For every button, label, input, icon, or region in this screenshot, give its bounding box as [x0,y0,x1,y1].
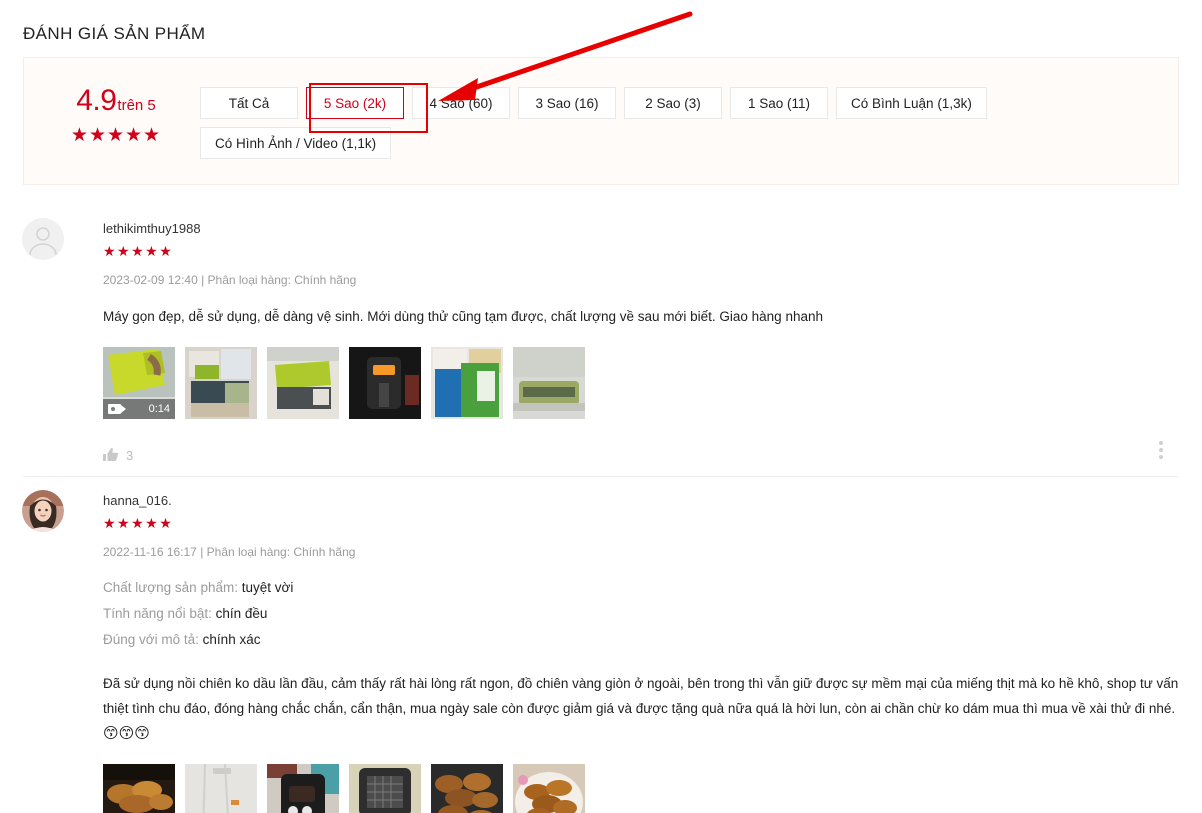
thumbs-up-icon [103,448,119,461]
review-more-options-icon[interactable] [1151,441,1171,459]
review-text: Đã sử dụng nồi chiên ko dầu lần đầu, cảm… [103,676,1179,716]
review-like-row[interactable]: 3 [103,447,1179,463]
review-item: hanna_016. ★★★★★ 2022-11-16 16:17 | Phân… [23,491,1179,813]
review-username[interactable]: lethikimthuy1988 [103,219,1179,235]
rating-stars: ★★★★★ [70,125,162,146]
review-media-image[interactable] [431,347,503,419]
review-attribute-value: chín đều [215,606,268,621]
review-attribute-row: Đúng với mô tả: chính xác [103,627,1179,653]
review-meta: 2022-11-16 16:17 | Phân loại hàng: Chính… [103,545,356,559]
review-media-image[interactable] [185,764,257,813]
filter-button-with-comments[interactable]: Có Bình Luận (1,3k) [836,87,987,119]
review-attribute-label: Chất lượng sản phẩm: [103,580,238,595]
review-attribute-row: Tính năng nổi bật: chín đều [103,601,1179,627]
review-text-wrapper: Đã sử dụng nồi chiên ko dầu lần đầu, cảm… [103,671,1179,746]
review-media-image[interactable] [349,764,421,813]
review-media-image[interactable] [513,764,585,813]
review-like-count: 3 [126,447,134,463]
review-attribute-list: Chất lượng sản phẩm: tuyệt vời Tính năng… [103,575,1179,653]
rating-filter-panel: 4.9trên 5 ★★★★★ Tất Cả 5 Sao (2k) 4 Sao … [23,57,1179,185]
review-attribute-label: Đúng với mô tả: [103,632,199,647]
rating-score-line: 4.9trên 5 [32,86,200,116]
rating-score-suffix: trên 5 [117,97,156,114]
review-media-video[interactable]: 0:14 [103,347,175,419]
review-item: lethikimthuy1988 ★★★★★ 2023-02-09 12:40 … [23,219,1179,463]
filter-button-5-star[interactable]: 5 Sao (2k) [306,87,404,119]
filter-button-1-star[interactable]: 1 Sao (11) [730,87,828,119]
review-meta: 2023-02-09 12:40 | Phân loại hàng: Chính… [103,273,357,287]
review-divider [23,476,1179,477]
rating-score: 4.9 [76,84,117,117]
review-username[interactable]: hanna_016. [103,491,1179,507]
review-attribute-value: chính xác [202,632,261,647]
review-emojis: 😙😙😙 [103,725,150,742]
review-star-rating: ★★★★★ [103,515,174,531]
filter-button-with-media[interactable]: Có Hình Ảnh / Video (1,1k) [200,127,392,159]
video-duration: 0:14 [148,403,170,415]
review-media-video[interactable]: 0:23 [103,764,175,813]
filter-button-4-star[interactable]: 4 Sao (60) [412,87,510,119]
product-reviews-page: ĐÁNH GIÁ SẢN PHẨM 4.9trên 5 ★★★★★ Tất Cả… [0,0,1202,813]
rating-summary: 4.9trên 5 ★★★★★ [24,86,200,146]
review-text: Máy gọn đẹp, dễ sử dụng, dễ dàng vệ sinh… [103,309,823,324]
filter-button-all[interactable]: Tất Cả [200,87,298,119]
review-media-image[interactable] [349,347,421,419]
review-media-image[interactable] [267,347,339,419]
review-media-image[interactable] [513,347,585,419]
review-media-image[interactable] [185,347,257,419]
rating-filter-list: Tất Cả 5 Sao (2k) 4 Sao (60) 3 Sao (16) … [200,87,1178,159]
review-attribute-row: Chất lượng sản phẩm: tuyệt vời [103,575,1179,601]
filter-button-2-star[interactable]: 2 Sao (3) [624,87,722,119]
video-duration-badge: 0:14 [103,399,175,419]
video-camera-icon [108,404,126,414]
review-media-list: 0:14 [103,347,1179,419]
review-star-rating: ★★★★★ [103,243,174,259]
review-attribute-value: tuyệt vời [241,580,294,595]
review-media-image[interactable] [431,764,503,813]
filter-button-3-star[interactable]: 3 Sao (16) [518,87,616,119]
page-title: ĐÁNH GIÁ SẢN PHẨM [23,24,206,43]
review-media-list: 0:23 [103,764,1179,813]
review-media-image[interactable] [267,764,339,813]
review-attribute-label: Tính năng nổi bật: [103,606,212,621]
